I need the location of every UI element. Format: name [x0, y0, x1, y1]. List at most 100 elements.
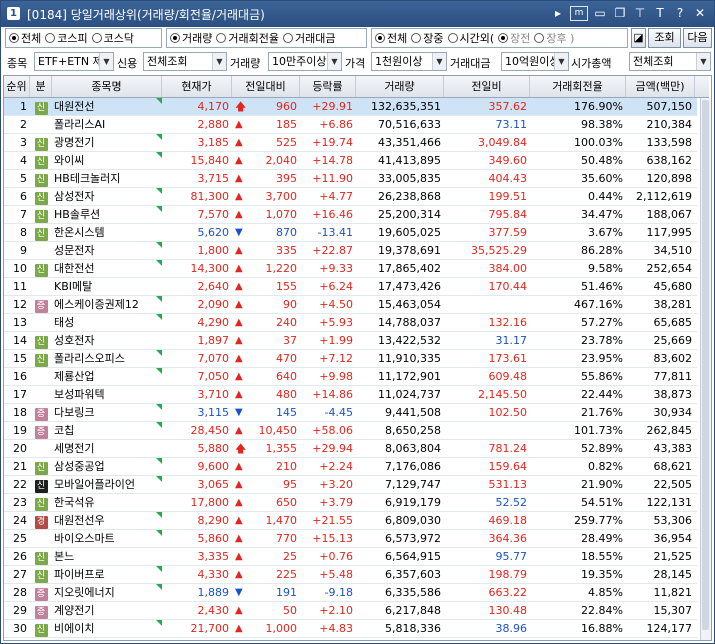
table-row[interactable]: 16 제룡산업 7,050 ▲ 640 +9.98 11,172,901 609.48 55.8… [4, 368, 697, 386]
stock-name-cell[interactable]: 보성파워텍 [52, 386, 162, 403]
sort-radio-2[interactable]: 거래대금 [282, 30, 335, 46]
pin-icon[interactable]: ⊤ [632, 5, 648, 22]
mcap-filter-select[interactable]: 전체조회 ▼ [629, 52, 711, 71]
scrollbar-thumb[interactable] [702, 100, 709, 630]
session-radio-3[interactable]: 장전 [498, 30, 530, 46]
stock-name-cell[interactable]: 에스케이증권제12 [52, 296, 162, 313]
stock-name-cell[interactable]: 와이씨 [52, 152, 162, 169]
table-row[interactable]: 6 신 삼성전자 81,300 ▲ 3,700 +4.77 26,238,868 199.51 0… [4, 188, 697, 206]
table-row[interactable]: 27 신 파이버프로 4,330 ▲ 225 +5.48 6,357,603 198.79 19.… [4, 566, 697, 584]
session-radio-4[interactable]: 장후 ) [534, 30, 574, 46]
dropdown-arrow-icon[interactable]: ▸ [550, 5, 566, 22]
column-header[interactable]: 등락률 [300, 76, 356, 97]
table-row[interactable]: 13 태성 4,290 ▲ 240 +5.93 14,788,037 132.16 57.27%… [4, 314, 697, 332]
table-row[interactable]: 8 신 한온시스템 5,620 ▼ 870 -13.41 19,605,025 377.59 3.… [4, 224, 697, 242]
market-radio-1[interactable]: 코스피 [45, 30, 88, 46]
stock-name-cell[interactable]: 삼성중공업 [52, 458, 162, 475]
query-button[interactable]: 조회 [648, 28, 681, 48]
stock-name-cell[interactable]: 모바일어플라이언 [52, 476, 162, 493]
stock-name-cell[interactable]: 대원전선우 [52, 512, 162, 529]
column-header[interactable]: 거래회전율 [530, 76, 626, 97]
sort-radio-0[interactable]: 거래량 [170, 30, 212, 46]
stock-name-cell[interactable]: 삼성전자 [52, 188, 162, 205]
stock-name-cell[interactable]: HB테크놀러지 [52, 170, 162, 187]
session-radio-1[interactable]: 장중 [411, 30, 444, 46]
help-icon[interactable]: ? [672, 5, 688, 22]
session-radio-2[interactable]: 시간외( [447, 30, 494, 46]
stock-name-cell[interactable]: 대한전선 [52, 260, 162, 277]
vertical-scrollbar[interactable] [700, 98, 711, 640]
table-row[interactable]: 17 보성파워텍 3,710 ▲ 480 +14.86 11,024,737 2,145.50… [4, 386, 697, 404]
column-header[interactable]: 분 [30, 76, 52, 97]
next-button[interactable]: 다음 [683, 28, 712, 48]
table-row[interactable]: 4 신 와이씨 15,840 ▲ 2,040 +14.78 41,413,895 349.60 5… [4, 152, 697, 170]
settings-icon[interactable]: ◪ [631, 28, 646, 48]
item-filter-select[interactable]: ETF+ETN 제 ▼ [34, 52, 114, 71]
stock-name-cell[interactable]: 비에이치 [52, 620, 162, 637]
table-row[interactable]: 21 신 삼성중공업 9,600 ▲ 210 +2.24 7,176,086 159.64 0.8… [4, 458, 697, 476]
column-header[interactable]: 순위 [4, 76, 30, 97]
table-row[interactable]: 19 증 코칩 28,450 ▲ 10,450 +58.06 8,650,258 101.73%… [4, 422, 697, 440]
stock-name-cell[interactable]: 대원전선 [52, 98, 162, 115]
table-row[interactable]: 25 바이오스마트 5,860 ▲ 770 +15.13 6,573,972 364.36 28… [4, 530, 697, 548]
window-icon[interactable]: ▭ [592, 5, 608, 22]
table-row[interactable]: 14 신 성호전자 1,897 ▲ 37 +1.99 13,422,532 31.17 23.78… [4, 332, 697, 350]
column-header[interactable]: 종목명 [52, 76, 162, 97]
table-row[interactable]: 12 증 에스케이증권제12 2,090 ▲ 90 +4.50 15,463,054 467.1… [4, 296, 697, 314]
copy-icon[interactable]: ❐ [612, 5, 628, 22]
m-icon[interactable]: m [570, 6, 588, 21]
stock-name-cell[interactable]: 코칩 [52, 422, 162, 439]
credit-filter-select[interactable]: 전체조회 ▼ [143, 52, 227, 71]
stock-name-cell[interactable]: 태성 [52, 314, 162, 331]
column-header[interactable]: 금액(백만) [626, 76, 695, 97]
table-row[interactable]: 7 신 HB솔루션 7,570 ▲ 1,070 +16.46 25,200,314 795.84… [4, 206, 697, 224]
stock-name-cell[interactable]: 계양전기 [52, 602, 162, 619]
market-radio-2[interactable]: 코스닥 [91, 30, 134, 46]
table-row[interactable]: 11 KBI메탈 2,640 ▲ 155 +6.24 17,473,426 170.44 51.… [4, 278, 697, 296]
stock-name-cell[interactable]: 폴라리스오피스 [52, 350, 162, 367]
table-row[interactable]: 1 신 대원전선 4,170 🡅 960 +29.91 132,635,351 357.62 17… [4, 98, 697, 116]
stock-name-cell[interactable]: 한온시스템 [52, 224, 162, 241]
stock-name-cell[interactable]: 제룡산업 [52, 368, 162, 385]
stock-name-cell[interactable]: 폴라리스AI [52, 116, 162, 133]
sort-radio-1[interactable]: 거래회전율 [216, 30, 279, 46]
volume-filter-select[interactable]: 10만주이상 ▼ [268, 52, 342, 71]
table-row[interactable]: 20 세명전기 5,880 🡅 1,355 +29.94 8,063,804 781.24 52… [4, 440, 697, 458]
session-radio-0[interactable]: 전체 [375, 30, 407, 46]
table-row[interactable]: 22 신 모바일어플라이언 3,065 ▲ 95 +3.20 7,129,747 531.13 2… [4, 476, 697, 494]
stock-name-cell[interactable]: 광명전기 [52, 134, 162, 151]
stock-name-cell[interactable]: 성문전자 [52, 242, 162, 259]
stock-name-cell[interactable]: HB솔루션 [52, 206, 162, 223]
table-row[interactable]: 3 신 광명전기 3,185 ▲ 525 +19.74 43,351,466 3,049.84 1… [4, 134, 697, 152]
table-row[interactable]: 28 증 지오릿에너지 1,889 ▼ 191 -9.18 6,335,586 663.22 4.… [4, 584, 697, 602]
table-row[interactable]: 26 신 본느 3,335 ▲ 25 +0.76 6,564,915 95.77 18.55% 21… [4, 548, 697, 566]
table-row[interactable]: 15 신 폴라리스오피스 7,070 ▲ 470 +7.12 11,910,335 173.61… [4, 350, 697, 368]
table-row[interactable]: 29 증 계양전기 2,430 ▲ 50 +2.10 6,217,848 130.48 22.84… [4, 602, 697, 620]
table-row[interactable]: 5 신 HB테크놀러지 3,715 ▲ 395 +11.90 33,005,835 404.43… [4, 170, 697, 188]
table-row[interactable]: 2 폴라리스AI 2,880 ▲ 185 +6.86 70,516,633 73.11 98.3… [4, 116, 697, 134]
stock-name-cell[interactable]: KBI메탈 [52, 278, 162, 295]
amount-filter-select[interactable]: 10억원이상 ▼ [501, 52, 569, 71]
market-radio-0[interactable]: 전체 [9, 30, 41, 46]
stock-name-cell[interactable]: 다보링크 [52, 404, 162, 421]
column-header[interactable]: 전일비 [444, 76, 530, 97]
stock-name-cell[interactable]: 본느 [52, 548, 162, 565]
column-header[interactable]: 전일대비 [232, 76, 300, 97]
stock-name-cell[interactable]: 파이버프로 [52, 566, 162, 583]
stock-name-cell[interactable]: 바이오스마트 [52, 530, 162, 547]
stock-name-cell[interactable]: 지오릿에너지 [52, 584, 162, 601]
table-row[interactable]: 18 증 다보링크 3,115 ▼ 145 -4.45 9,441,508 102.50 21.7… [4, 404, 697, 422]
font-icon[interactable]: T [652, 5, 668, 22]
close-icon[interactable]: ✕ [692, 5, 708, 22]
column-header[interactable]: 거래량 [356, 76, 444, 97]
table-row[interactable]: 24 경 대원전선우 8,290 ▲ 1,470 +21.55 6,809,030 469.18… [4, 512, 697, 530]
table-row[interactable]: 23 신 한국석유 17,800 ▲ 650 +3.79 6,919,179 52.52 54.5… [4, 494, 697, 512]
table-row[interactable]: 9 성문전자 1,800 ▲ 335 +22.87 19,378,691 35,525.29 8… [4, 242, 697, 260]
stock-name-cell[interactable]: 한국석유 [52, 494, 162, 511]
price-filter-select[interactable]: 1천원이상 ▼ [371, 52, 447, 71]
stock-name-cell[interactable]: 성호전자 [52, 332, 162, 349]
table-row[interactable]: 10 신 대한전선 14,300 ▲ 1,220 +9.33 17,865,402 384.00… [4, 260, 697, 278]
column-header[interactable]: 현재가 [162, 76, 232, 97]
table-row[interactable]: 30 신 비에이치 21,700 ▲ 1,000 +4.83 5,818,336 38.96 16… [4, 620, 697, 638]
stock-name-cell[interactable]: 세명전기 [52, 440, 162, 457]
